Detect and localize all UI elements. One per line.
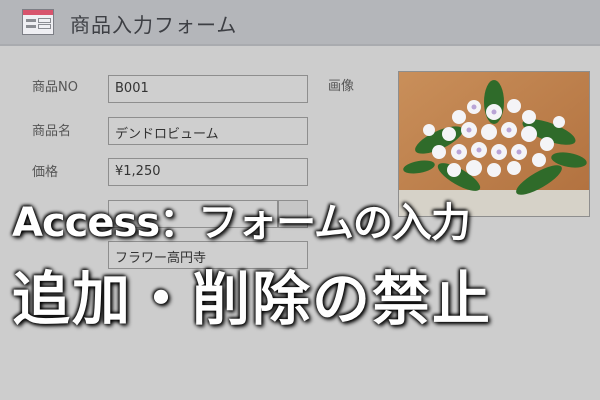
- field-label-price: 価格: [32, 165, 59, 180]
- price-field[interactable]: ¥1,250: [108, 158, 308, 186]
- field-label-product-name: 商品名: [32, 124, 72, 139]
- product-no-field[interactable]: B001: [108, 75, 308, 103]
- product-name-field[interactable]: デンドロビューム: [108, 117, 308, 145]
- headline-line-2: 追加・削除の禁止: [12, 265, 493, 333]
- image-label: 画像: [328, 79, 355, 94]
- field-label-product-no: 商品NO: [32, 80, 78, 95]
- form-icon: [22, 9, 54, 35]
- form-title: 商品入力フォーム: [70, 13, 238, 37]
- headline-line-1: Access：フォームの入力: [12, 200, 471, 246]
- form-titlebar: 商品入力フォーム: [0, 0, 600, 46]
